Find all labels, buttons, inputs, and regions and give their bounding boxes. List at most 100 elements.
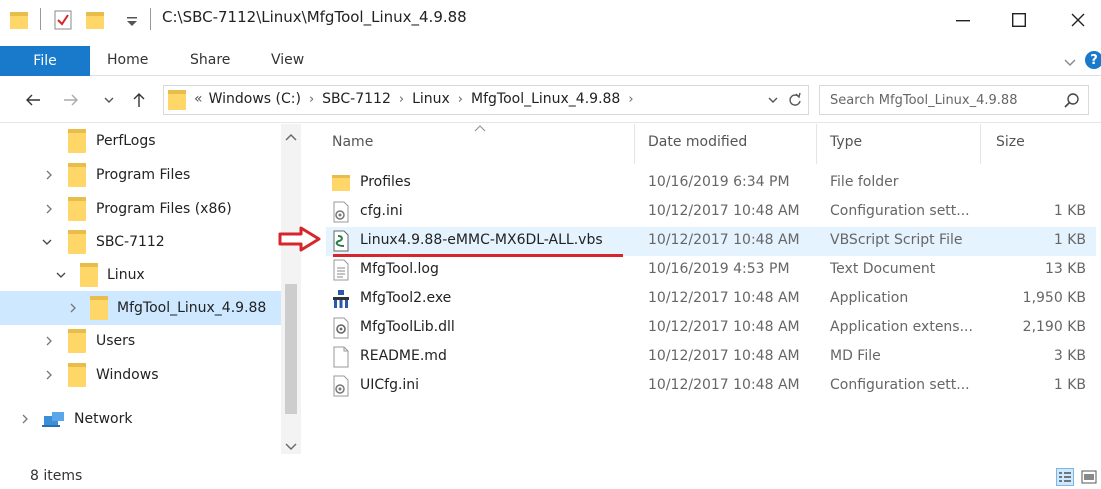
- folder-icon: [68, 329, 86, 353]
- column-header-size[interactable]: Size: [996, 134, 1025, 150]
- file-row[interactable]: MfgToolLib.dll 10/12/2017 10:48 AM Appli…: [326, 314, 1096, 343]
- expand-chevron-icon[interactable]: [44, 370, 54, 380]
- back-button[interactable]: [22, 91, 44, 109]
- file-row[interactable]: UICfg.ini 10/12/2017 10:48 AM Configurat…: [326, 372, 1096, 401]
- file-type: Application extens...: [830, 319, 973, 335]
- collapse-chevron-icon[interactable]: [56, 270, 66, 280]
- nav-item-label: Windows: [96, 367, 159, 383]
- scroll-down-icon[interactable]: [285, 442, 297, 452]
- expand-chevron-icon[interactable]: [44, 204, 54, 214]
- expand-chevron-icon[interactable]: [20, 414, 30, 424]
- scroll-thumb[interactable]: [285, 284, 297, 414]
- file-row[interactable]: README.md 10/12/2017 10:48 AM MD File 3 …: [326, 343, 1096, 372]
- file-type: Application: [830, 290, 909, 306]
- file-row[interactable]: Profiles 10/16/2019 6:34 PM File folder: [326, 169, 1096, 198]
- search-input[interactable]: [830, 90, 1060, 110]
- tab-view[interactable]: View: [271, 52, 304, 68]
- minimize-button[interactable]: [940, 0, 986, 40]
- details-view-icon[interactable]: [1056, 468, 1074, 486]
- nav-scrollbar[interactable]: [281, 124, 301, 454]
- nav-item-windows[interactable]: Windows: [0, 360, 281, 390]
- breadcrumb-mfgtool[interactable]: MfgTool_Linux_4.9.88: [471, 91, 620, 107]
- file-name: MfgToolLib.dll: [360, 319, 455, 335]
- breadcrumb-linux[interactable]: Linux: [412, 91, 450, 107]
- nav-item-perflogs[interactable]: PerfLogs: [0, 126, 281, 156]
- nav-item-network[interactable]: Network: [0, 404, 281, 434]
- annotation-arrow-icon: [278, 226, 321, 252]
- folder-icon: [68, 197, 86, 221]
- nav-item-program-files[interactable]: Program Files: [0, 160, 281, 190]
- expand-ribbon-icon[interactable]: [1064, 55, 1076, 66]
- ribbon-tabs: File Home Share View ?: [0, 42, 1101, 76]
- close-button[interactable]: [1055, 0, 1101, 40]
- collapse-chevron-icon[interactable]: [42, 237, 52, 247]
- nav-item-program-files-x86[interactable]: Program Files (x86): [0, 194, 281, 224]
- expand-chevron-icon[interactable]: [44, 170, 54, 180]
- large-icons-view-icon[interactable]: [1080, 468, 1098, 486]
- help-icon[interactable]: ?: [1085, 51, 1101, 69]
- column-divider[interactable]: [634, 124, 635, 164]
- network-icon: [42, 412, 64, 427]
- breadcrumb-separator-icon[interactable]: ›: [399, 92, 404, 107]
- breadcrumb-separator-icon[interactable]: ›: [309, 92, 314, 107]
- search-icon[interactable]: [1064, 92, 1080, 108]
- file-row[interactable]: MfgTool.log 10/16/2019 4:53 PM Text Docu…: [326, 256, 1096, 285]
- expand-chevron-icon[interactable]: [44, 336, 54, 346]
- file-size: 13 KB: [1044, 261, 1086, 277]
- ini-file-icon: [333, 375, 349, 397]
- file-name: Linux4.9.88-eMMC-MX6DL-ALL.vbs: [360, 232, 603, 248]
- nav-item-label: Program Files: [96, 167, 191, 183]
- file-date: 10/16/2019 6:34 PM: [648, 174, 790, 190]
- breadcrumb-sbc-7112[interactable]: SBC-7112: [322, 91, 391, 107]
- file-date: 10/12/2017 10:48 AM: [648, 203, 800, 219]
- column-header-name[interactable]: Name: [332, 134, 373, 150]
- file-date: 10/12/2017 10:48 AM: [648, 348, 800, 364]
- nav-item-label: Users: [96, 333, 136, 349]
- forward-button[interactable]: [60, 91, 82, 109]
- tab-share[interactable]: Share: [190, 52, 230, 68]
- file-size: 3 KB: [1053, 348, 1086, 364]
- file-type: VBScript Script File: [830, 232, 963, 248]
- exe-app-icon: [333, 290, 349, 308]
- nav-item-linux[interactable]: Linux: [0, 260, 281, 290]
- refresh-icon[interactable]: [788, 92, 802, 108]
- breadcrumb: « Windows (C:) › SBC-7112 › Linux › MfgT…: [194, 91, 642, 107]
- folder-icon: [168, 90, 186, 110]
- breadcrumb-separator-icon[interactable]: ›: [628, 92, 633, 107]
- folder-icon[interactable]: [10, 10, 28, 30]
- file-name: MfgTool.log: [360, 261, 439, 277]
- nav-item-mfgtool-linux[interactable]: MfgTool_Linux_4.9.88: [0, 291, 281, 325]
- column-divider[interactable]: [980, 124, 981, 164]
- expand-chevron-icon[interactable]: [68, 303, 78, 313]
- file-date: 10/12/2017 10:48 AM: [648, 319, 800, 335]
- breadcrumb-separator-icon[interactable]: ›: [458, 92, 463, 107]
- column-header-type[interactable]: Type: [830, 134, 862, 150]
- nav-item-users[interactable]: Users: [0, 326, 281, 356]
- address-bar[interactable]: « Windows (C:) › SBC-7112 › Linux › MfgT…: [163, 85, 809, 115]
- scroll-up-icon[interactable]: [285, 132, 297, 142]
- up-button[interactable]: [128, 91, 150, 109]
- file-size: 1 KB: [1053, 377, 1086, 393]
- tab-file[interactable]: File: [0, 46, 90, 76]
- breadcrumb-windows-c[interactable]: Windows (C:): [209, 91, 301, 107]
- address-row: « Windows (C:) › SBC-7112 › Linux › MfgT…: [0, 77, 1101, 123]
- search-box[interactable]: [819, 85, 1089, 115]
- column-header-date[interactable]: Date modified: [648, 134, 747, 150]
- properties-icon[interactable]: [54, 10, 72, 30]
- address-history-icon[interactable]: [768, 96, 778, 104]
- file-row[interactable]: Linux4.9.88-eMMC-MX6DL-ALL.vbs 10/12/201…: [326, 227, 1096, 256]
- recent-locations-icon[interactable]: [98, 91, 120, 109]
- dll-file-icon: [333, 317, 349, 339]
- file-row[interactable]: MfgTool2.exe 10/12/2017 10:48 AM Applica…: [326, 285, 1096, 314]
- column-divider[interactable]: [816, 124, 817, 164]
- new-folder-icon[interactable]: [86, 10, 104, 30]
- breadcrumb-overflow[interactable]: «: [194, 91, 203, 107]
- file-row[interactable]: cfg.ini 10/12/2017 10:48 AM Configuratio…: [326, 198, 1096, 227]
- file-date: 10/12/2017 10:48 AM: [648, 377, 800, 393]
- nav-item-sbc-7112[interactable]: SBC-7112: [0, 227, 281, 257]
- file-size: 1,950 KB: [1022, 290, 1086, 306]
- annotation-underline: [333, 254, 623, 257]
- tab-home[interactable]: Home: [107, 52, 148, 68]
- maximize-button[interactable]: [996, 0, 1042, 40]
- customize-toolbar-icon[interactable]: [126, 10, 138, 30]
